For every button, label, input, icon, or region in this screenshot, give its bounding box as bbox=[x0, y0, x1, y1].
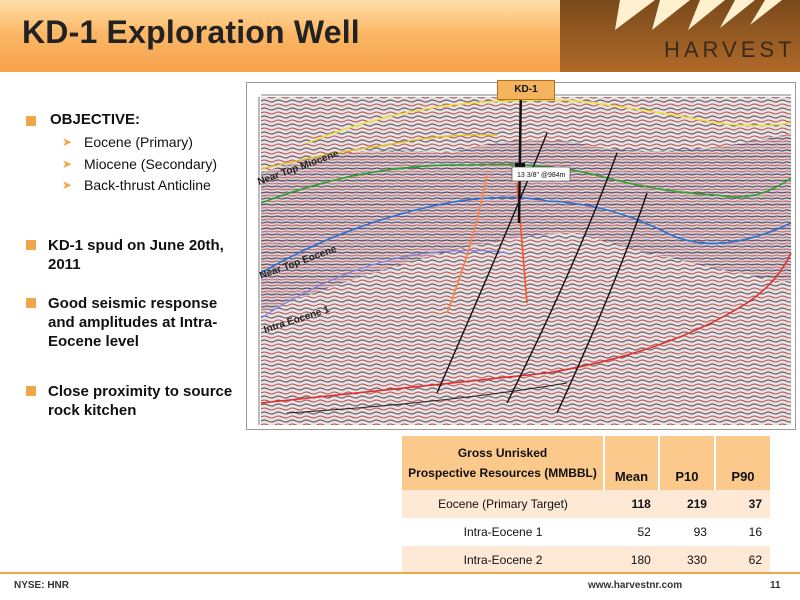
bullet-text: Good seismic response and amplitudes at … bbox=[48, 295, 218, 350]
table-row: Intra-Eocene 2 180 330 62 bbox=[402, 546, 770, 574]
bullet-square-icon bbox=[26, 240, 36, 250]
cell-p90: 62 bbox=[748, 553, 762, 567]
column-header-p90: P90 bbox=[714, 436, 770, 490]
objective-item: Eocene (Primary) bbox=[84, 134, 193, 150]
table-row: Intra-Eocene 1 52 93 16 bbox=[402, 518, 770, 546]
page-title: KD-1 Exploration Well bbox=[22, 14, 360, 50]
cell-p10: 219 bbox=[686, 497, 707, 511]
arrow-bullet-icon: ➤ bbox=[62, 178, 73, 192]
footer-ticker: NYSE: HNR bbox=[14, 580, 70, 591]
header-line-2: Prospective Resources (MMBBL) bbox=[408, 466, 597, 480]
page-number: 11 bbox=[770, 580, 781, 591]
seismic-profile: 13 3/8" @984m Near Top Miocene Near Top … bbox=[247, 82, 795, 429]
seismic-section-image: 13 3/8" @984m Near Top Miocene Near Top … bbox=[246, 82, 796, 430]
column-header-mean: Mean bbox=[604, 436, 660, 490]
table-header-row: Gross Unrisked Prospective Resources (MM… bbox=[402, 436, 770, 490]
objective-heading: OBJECTIVE: bbox=[50, 111, 141, 128]
cell-p90: 37 bbox=[748, 497, 762, 511]
arrow-bullet-icon: ➤ bbox=[62, 157, 73, 171]
bullet-text: KD-1 spud on June 20th, 2011 bbox=[48, 237, 224, 273]
bullet-text: Close proximity to source rock kitchen bbox=[48, 383, 233, 419]
brand-wordmark: HARVEST bbox=[664, 37, 796, 62]
row-label: Eocene (Primary Target) bbox=[438, 497, 568, 511]
bullet-square-icon bbox=[26, 298, 36, 308]
cell-p10: 330 bbox=[686, 553, 707, 567]
resources-table: Gross Unrisked Prospective Resources (MM… bbox=[402, 436, 770, 574]
cell-mean: 118 bbox=[631, 497, 651, 511]
cell-p10: 93 bbox=[693, 525, 707, 539]
cell-mean: 180 bbox=[630, 553, 651, 567]
header-line-1: Gross Unrisked bbox=[457, 446, 548, 460]
casing-label: 13 3/8" @984m bbox=[517, 172, 566, 179]
well-label: KD-1 bbox=[497, 80, 555, 100]
table-row: Eocene (Primary Target) 118 219 37 bbox=[402, 490, 770, 518]
objective-item: Back-thrust Anticline bbox=[84, 177, 211, 193]
cell-mean: 52 bbox=[637, 525, 651, 539]
bullet-square-icon bbox=[26, 386, 36, 396]
footer-website[interactable]: www.harvestnr.com bbox=[588, 580, 682, 591]
column-header-p10: P10 bbox=[658, 436, 716, 490]
arrow-bullet-icon: ➤ bbox=[62, 135, 73, 149]
bullet-square-icon bbox=[26, 116, 36, 126]
table-header-label: Gross Unrisked Prospective Resources (MM… bbox=[402, 436, 606, 490]
footer-divider bbox=[0, 572, 800, 574]
row-label: Intra-Eocene 1 bbox=[463, 525, 543, 539]
cell-p90: 16 bbox=[748, 525, 762, 539]
header-banner: KD-1 Exploration Well HARVEST bbox=[0, 0, 800, 72]
objective-item: Miocene (Secondary) bbox=[84, 156, 218, 172]
row-label: Intra-Eocene 2 bbox=[463, 553, 543, 567]
